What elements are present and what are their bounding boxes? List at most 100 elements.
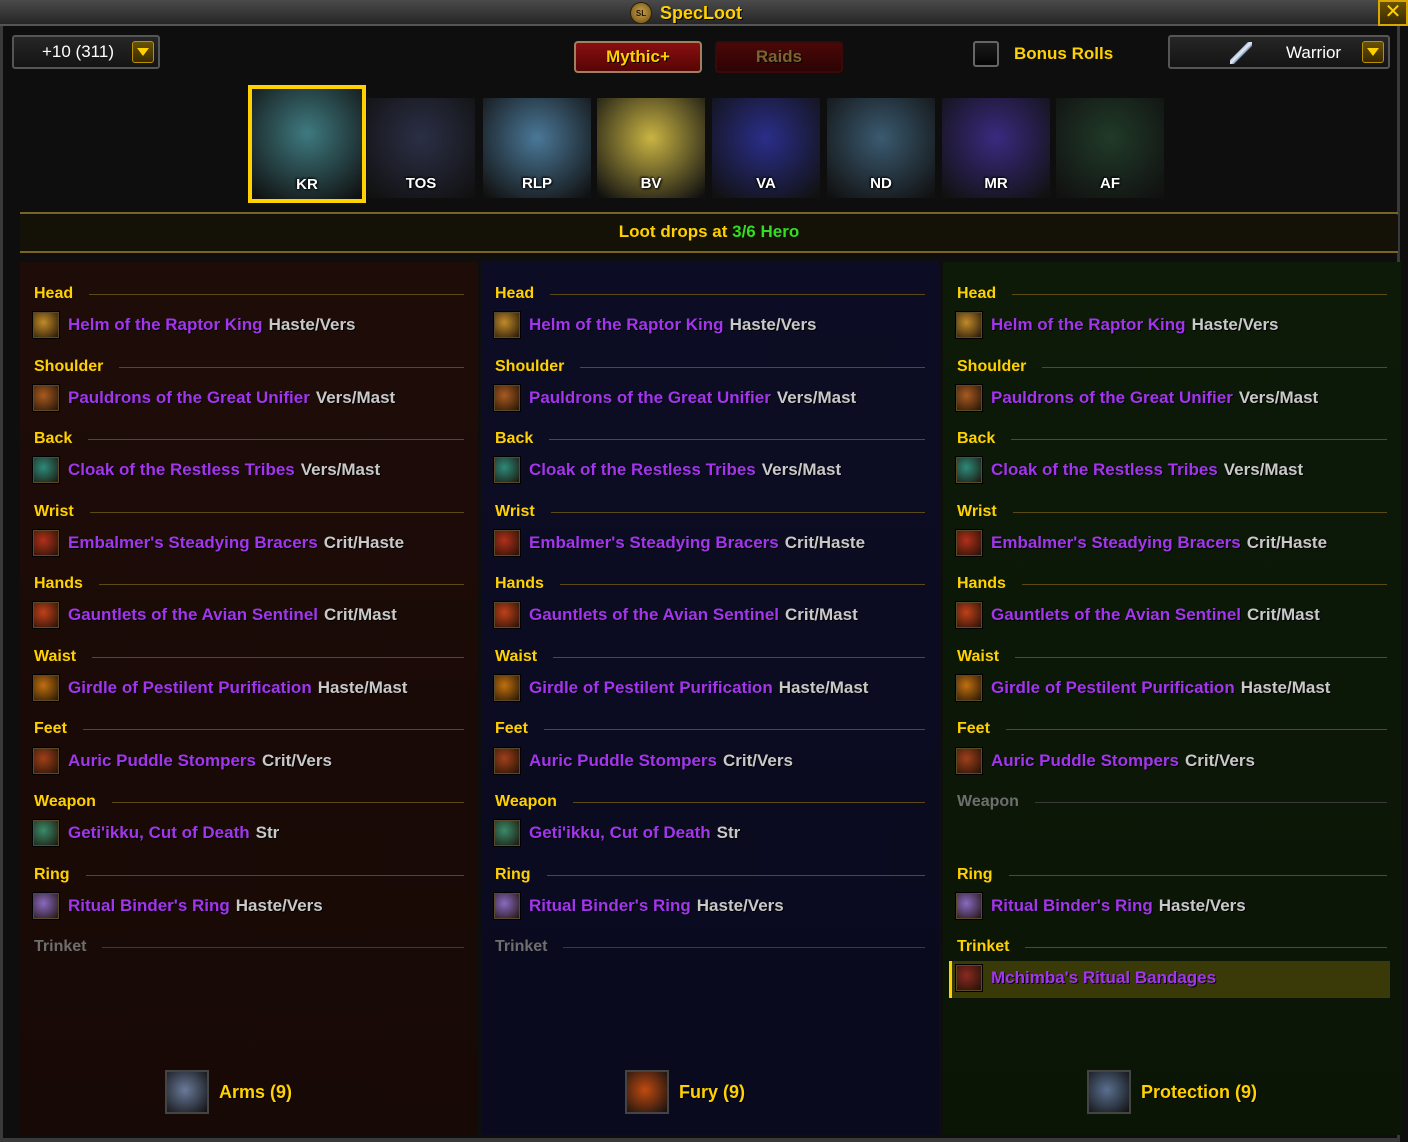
item-row[interactable]: Auric Puddle Stompers Crit/Vers xyxy=(493,745,929,777)
item-row[interactable]: Helm of the Raptor King Haste/Vers xyxy=(955,309,1391,341)
keystone-level-dropdown[interactable]: +10 (311) xyxy=(12,35,160,69)
slot-header-ring: Ring xyxy=(957,865,1387,885)
slot-label: Hands xyxy=(495,575,544,592)
slot-header-shoulder: Shoulder xyxy=(495,357,925,377)
item-name-link[interactable]: Geti'ikku, Cut of Death xyxy=(529,823,711,843)
item-name-link[interactable]: Auric Puddle Stompers xyxy=(991,751,1179,771)
item-row[interactable]: Embalmer's Steadying Bracers Crit/Haste xyxy=(955,527,1391,559)
item-row[interactable]: Geti'ikku, Cut of Death Str xyxy=(32,817,468,849)
fury-icon[interactable] xyxy=(625,1070,669,1114)
item-name-link[interactable]: Embalmer's Steadying Bracers xyxy=(529,533,779,553)
slot-label: Feet xyxy=(957,720,990,737)
item-row[interactable]: Helm of the Raptor King Haste/Vers xyxy=(493,309,929,341)
item-name-link[interactable]: Mchimba's Ritual Bandages xyxy=(991,968,1216,988)
item-name-link[interactable]: Gauntlets of the Avian Sentinel xyxy=(529,605,779,625)
item-name-link[interactable]: Girdle of Pestilent Purification xyxy=(68,678,312,698)
item-row[interactable]: Cloak of the Restless Tribes Vers/Mast xyxy=(493,454,929,486)
slot-label: Ring xyxy=(495,866,531,883)
dungeon-tile-rlp[interactable]: RLP xyxy=(483,98,591,198)
item-row[interactable]: Pauldrons of the Great Unifier Vers/Mast xyxy=(32,382,468,414)
tab-raids[interactable]: Raids xyxy=(715,41,843,73)
item-name-link[interactable]: Cloak of the Restless Tribes xyxy=(991,460,1218,480)
spec-footer-fury[interactable]: Fury (9) xyxy=(625,1070,745,1114)
item-row[interactable]: Mchimba's Ritual Bandages xyxy=(955,962,1391,994)
item-stats: Haste/Vers xyxy=(696,896,784,915)
chevron-down-icon[interactable] xyxy=(1362,41,1384,63)
item-row[interactable]: Auric Puddle Stompers Crit/Vers xyxy=(955,745,1391,777)
item-stats: Haste/Mast xyxy=(778,678,869,697)
slot-label: Back xyxy=(957,430,996,447)
spec-footer-protection[interactable]: Protection (9) xyxy=(1087,1070,1257,1114)
item-row[interactable]: Auric Puddle Stompers Crit/Vers xyxy=(32,745,468,777)
item-name-link[interactable]: Auric Puddle Stompers xyxy=(529,751,717,771)
item-name-link[interactable]: Embalmer's Steadying Bracers xyxy=(991,533,1241,553)
class-dropdown[interactable]: Warrior xyxy=(1168,35,1390,69)
item-row[interactable]: Embalmer's Steadying Bracers Crit/Haste xyxy=(32,527,468,559)
item-row[interactable]: Girdle of Pestilent Purification Haste/Ma… xyxy=(955,672,1391,704)
item-name-link[interactable]: Auric Puddle Stompers xyxy=(68,751,256,771)
bonus-rolls-checkbox[interactable] xyxy=(973,41,999,67)
item-name-link[interactable]: Helm of the Raptor King xyxy=(991,315,1186,335)
item-row[interactable]: Pauldrons of the Great Unifier Vers/Mast xyxy=(955,382,1391,414)
slot-header-feet: Feet xyxy=(495,719,925,739)
slot-label: Feet xyxy=(495,720,528,737)
item-row[interactable]: Girdle of Pestilent Purification Haste/Ma… xyxy=(32,672,468,704)
slot-divider xyxy=(1012,293,1387,295)
item-name-link[interactable]: Cloak of the Restless Tribes xyxy=(529,460,756,480)
spec-footer-arms[interactable]: Arms (9) xyxy=(165,1070,292,1114)
item-row[interactable]: Helm of the Raptor King Haste/Vers xyxy=(32,309,468,341)
slot-header-back: Back xyxy=(957,429,1387,449)
item-row[interactable]: Cloak of the Restless Tribes Vers/Mast xyxy=(955,454,1391,486)
item-stats: Vers/Mast xyxy=(300,460,381,479)
item-row[interactable]: Girdle of Pestilent Purification Haste/Ma… xyxy=(493,672,929,704)
item-name-link[interactable]: Helm of the Raptor King xyxy=(68,315,263,335)
item-name-link[interactable]: Embalmer's Steadying Bracers xyxy=(68,533,318,553)
item-name-link[interactable]: Girdle of Pestilent Purification xyxy=(529,678,773,698)
dungeon-tile-bv[interactable]: BV xyxy=(597,98,705,198)
item-row[interactable]: Ritual Binder's Ring Haste/Vers xyxy=(493,890,929,922)
item-name-link[interactable]: Ritual Binder's Ring xyxy=(991,896,1153,916)
arms-icon[interactable] xyxy=(165,1070,209,1114)
close-button[interactable]: ✕ xyxy=(1378,0,1408,26)
item-name-link[interactable]: Pauldrons of the Great Unifier xyxy=(68,388,310,408)
item-stats: Str xyxy=(255,823,280,842)
loot-drops-level: 3/6 Hero xyxy=(732,222,800,241)
dungeon-tile-mr[interactable]: MR xyxy=(942,98,1050,198)
divider xyxy=(20,251,1398,253)
item-name-link[interactable]: Gauntlets of the Avian Sentinel xyxy=(68,605,318,625)
slot-header-trinket: Trinket xyxy=(34,937,464,957)
protection-icon[interactable] xyxy=(1087,1070,1131,1114)
item-row[interactable]: Gauntlets of the Avian Sentinel Crit/Mast xyxy=(955,599,1391,631)
item-row[interactable]: Gauntlets of the Avian Sentinel Crit/Mast xyxy=(493,599,929,631)
item-name-link[interactable]: Pauldrons of the Great Unifier xyxy=(529,388,771,408)
item-name-link[interactable]: Ritual Binder's Ring xyxy=(68,896,230,916)
slot-header-head: Head xyxy=(495,284,925,304)
slot-header-hands: Hands xyxy=(957,574,1387,594)
item-name-link[interactable]: Gauntlets of the Avian Sentinel xyxy=(991,605,1241,625)
slot-divider xyxy=(553,656,925,658)
slot-header-wrist: Wrist xyxy=(495,502,925,522)
dungeon-tile-tos[interactable]: TOS xyxy=(367,98,475,198)
dungeon-tile-af[interactable]: AF xyxy=(1056,98,1164,198)
item-row[interactable]: Embalmer's Steadying Bracers Crit/Haste xyxy=(493,527,929,559)
item-row[interactable]: Gauntlets of the Avian Sentinel Crit/Mast xyxy=(32,599,468,631)
item-name-link[interactable]: Ritual Binder's Ring xyxy=(529,896,691,916)
item-name-link[interactable]: Girdle of Pestilent Purification xyxy=(991,678,1235,698)
title-bar[interactable]: SL SpecLoot ✕ xyxy=(0,0,1408,26)
item-row[interactable]: Pauldrons of the Great Unifier Vers/Mast xyxy=(493,382,929,414)
dungeon-tile-va[interactable]: VA xyxy=(712,98,820,198)
helm-icon xyxy=(32,311,60,339)
item-row[interactable]: Ritual Binder's Ring Haste/Vers xyxy=(955,890,1391,922)
chevron-down-icon[interactable] xyxy=(132,41,154,63)
item-name-link[interactable]: Pauldrons of the Great Unifier xyxy=(991,388,1233,408)
dungeon-tile-kr[interactable]: KR xyxy=(248,85,366,203)
item-name-link[interactable]: Helm of the Raptor King xyxy=(529,315,724,335)
item-row[interactable]: Ritual Binder's Ring Haste/Vers xyxy=(32,890,468,922)
tab-mythic-plus[interactable]: Mythic+ xyxy=(574,41,702,73)
item-row[interactable]: Geti'ikku, Cut of Death Str xyxy=(493,817,929,849)
slot-label: Shoulder xyxy=(495,358,565,375)
item-name-link[interactable]: Cloak of the Restless Tribes xyxy=(68,460,295,480)
item-name-link[interactable]: Geti'ikku, Cut of Death xyxy=(68,823,250,843)
dungeon-tile-nd[interactable]: ND xyxy=(827,98,935,198)
item-row[interactable]: Cloak of the Restless Tribes Vers/Mast xyxy=(32,454,468,486)
